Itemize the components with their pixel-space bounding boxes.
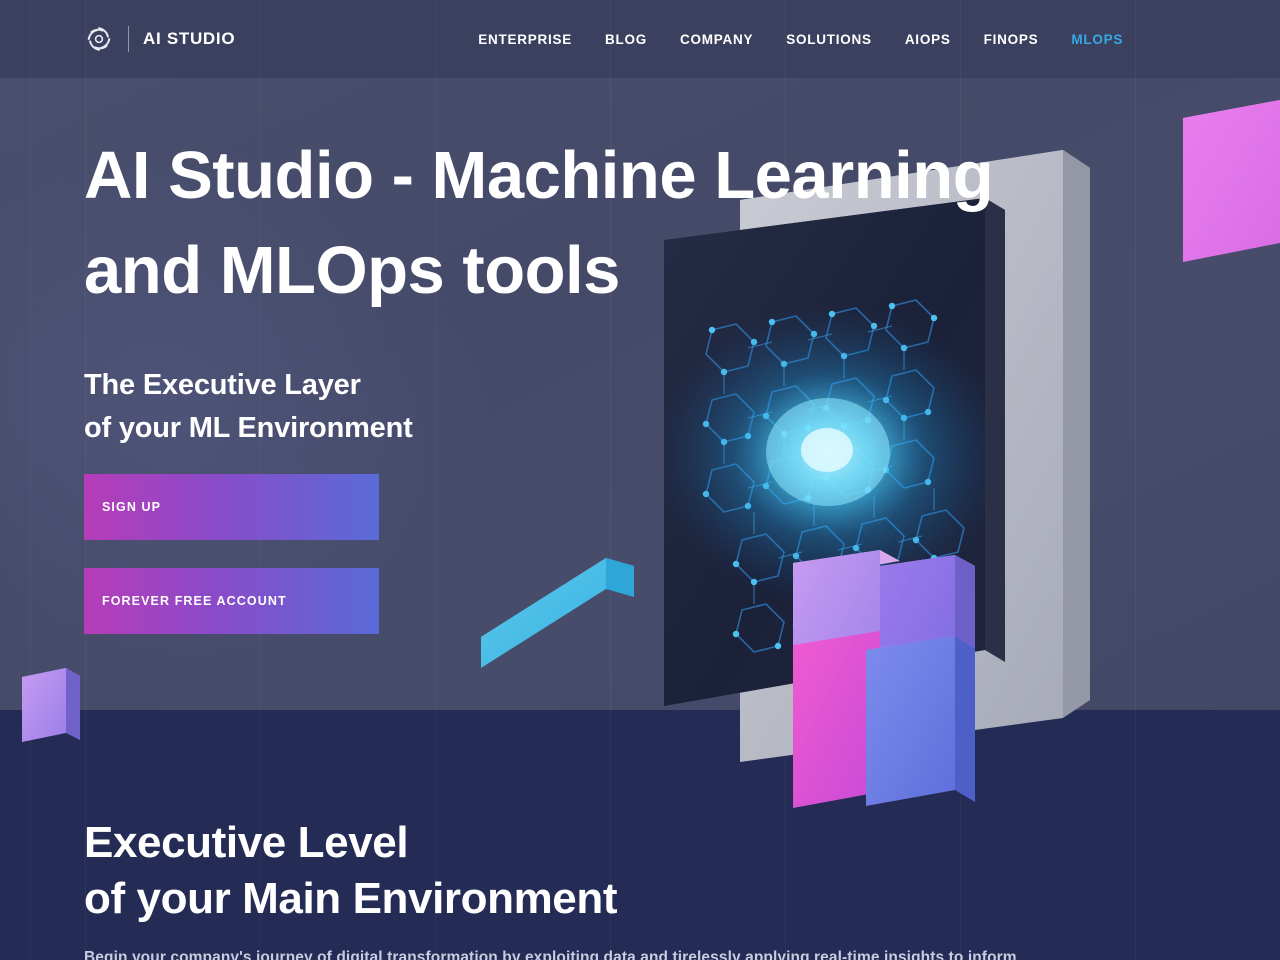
brand-logo[interactable]: AI STUDIO (84, 24, 235, 54)
brand-name: AI STUDIO (143, 29, 236, 48)
brand-divider (128, 26, 129, 52)
section-heading-line1: Executive Level (84, 818, 409, 867)
nav-item-solutions[interactable]: SOLUTIONS (786, 32, 872, 47)
hero-subtitle: The Executive Layer of your ML Environme… (84, 364, 1104, 450)
section-heading-line2: of your Main Environment (84, 874, 618, 923)
page-title: AI Studio - Machine Learning and MLOps t… (84, 128, 1104, 318)
page-root: AI STUDIO ENTERPRISE BLOG COMPANY SOLUTI… (0, 0, 1280, 960)
hero-section: AI Studio - Machine Learning and MLOps t… (84, 128, 1104, 634)
hero-subtitle-line1: The Executive Layer (84, 369, 361, 401)
nav-item-company[interactable]: COMPANY (680, 32, 753, 47)
nav-item-aiops[interactable]: AIOPS (905, 32, 951, 47)
forever-free-account-button[interactable]: FOREVER FREE ACCOUNT (84, 568, 379, 634)
site-header: AI STUDIO ENTERPRISE BLOG COMPANY SOLUTI… (0, 0, 1280, 78)
nav-item-mlops[interactable]: MLOPS (1071, 32, 1123, 47)
page-title-line1: AI Studio - Machine Learning (84, 138, 994, 213)
page-title-line2: and MLOps tools (84, 233, 620, 308)
nav-item-blog[interactable]: BLOG (605, 32, 647, 47)
nav-item-enterprise[interactable]: ENTERPRISE (478, 32, 572, 47)
section-heading: Executive Level of your Main Environment (84, 815, 1184, 927)
hero-cta-group: SIGN UP FOREVER FREE ACCOUNT (84, 474, 1104, 634)
hero-subtitle-line2: of your ML Environment (84, 412, 413, 444)
section-paragraph: Begin your company's journey of digital … (84, 949, 1017, 960)
sign-up-button[interactable]: SIGN UP (84, 474, 379, 540)
nav-item-finops[interactable]: FINOPS (984, 32, 1039, 47)
executive-level-section: Executive Level of your Main Environment… (84, 815, 1184, 960)
main-navigation: ENTERPRISE BLOG COMPANY SOLUTIONS AIOPS … (478, 32, 1123, 47)
aperture-icon (87, 27, 111, 51)
